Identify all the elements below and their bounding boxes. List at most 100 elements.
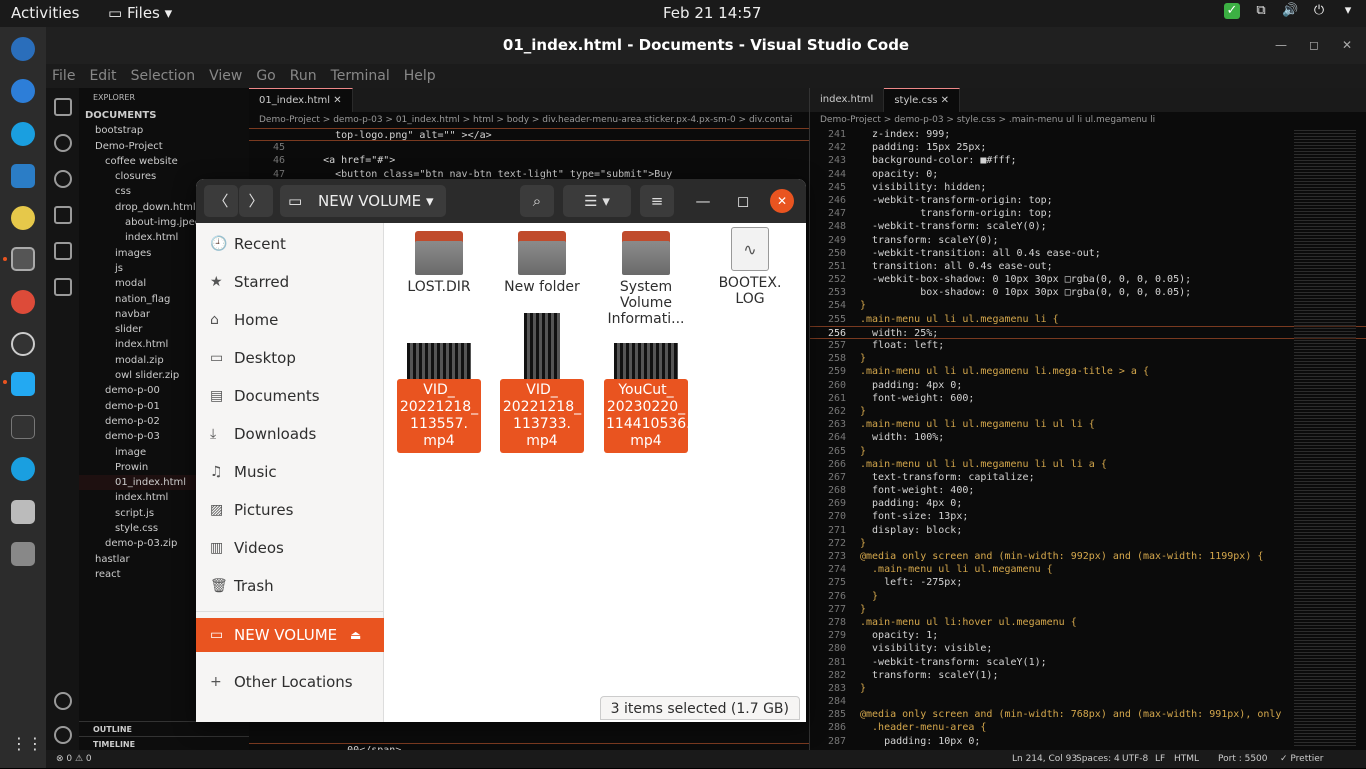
documents-icon: ▤	[210, 388, 224, 404]
code-area[interactable]: top-logo.png" alt="" ></a> 45 46 <a href="…	[249, 128, 809, 181]
sidebar-item-recent[interactable]: 🕘 Recent	[196, 227, 384, 261]
code-line: 256 width: 25%;	[810, 325, 1366, 339]
search-button[interactable]: ⌕	[520, 185, 554, 217]
skype-icon[interactable]	[11, 122, 35, 146]
line-number: 252	[827, 274, 846, 286]
sidebar-item-music[interactable]: ♫ Music	[196, 455, 384, 489]
menu-selection[interactable]: Selection	[131, 64, 196, 88]
close-button[interactable]: ✕	[770, 189, 794, 213]
sidebar-item-starred[interactable]: ★ Starred	[196, 265, 384, 299]
code-area[interactable]: 241 z-index: 999; 242 padding: 15px 25px;…	[810, 128, 1366, 748]
tab-01-index[interactable]: 01_index.html ✕	[249, 88, 353, 112]
menu-edit[interactable]: Edit	[89, 64, 116, 88]
show-apps-icon[interactable]: ⋮⋮	[11, 734, 43, 758]
files-app-menu[interactable]: ▭ Files ▾	[108, 4, 172, 22]
problems-status[interactable]: ⊗ 0 ⚠ 0	[56, 750, 92, 768]
clock[interactable]: Feb 21 14:57	[663, 4, 761, 22]
code-text: padding: 10px 0;	[860, 735, 981, 747]
folder-item[interactable]: LOST.DIR	[394, 225, 484, 295]
prettier-status[interactable]: ✓ Prettier	[1280, 750, 1324, 768]
minimize-button[interactable]: —	[688, 185, 718, 217]
folder-item[interactable]: New folder	[497, 225, 587, 295]
update-check-icon[interactable]: ✓	[1224, 3, 1240, 19]
sidebar-item-downloads[interactable]: ⤓ Downloads	[196, 417, 384, 451]
line-number: 263	[827, 419, 846, 431]
gear-icon[interactable]	[54, 726, 72, 744]
minimize-button[interactable]: —	[1275, 27, 1287, 64]
menu-terminal[interactable]: Terminal	[331, 64, 390, 88]
sidebar-item-videos[interactable]: ▥ Videos	[196, 531, 384, 565]
chrome-icon[interactable]	[11, 290, 35, 314]
menu-file[interactable]: File	[52, 64, 75, 88]
log-file-icon: ∿	[731, 227, 769, 271]
close-button[interactable]: ✕	[1342, 27, 1352, 64]
menu-button[interactable]: ≡	[640, 185, 674, 217]
location-button[interactable]: ▭ NEW VOLUME ▾	[280, 185, 446, 217]
menu-help[interactable]: Help	[404, 64, 436, 88]
sidebar-item-desktop[interactable]: ▭ Desktop	[196, 341, 384, 375]
menu-view[interactable]: View	[209, 64, 242, 88]
view-toggle-button[interactable]: ☰ ▾	[563, 185, 631, 217]
source-control-icon[interactable]	[54, 170, 72, 188]
video-item[interactable]: VID_ 20221218_ 113733. mp4	[497, 313, 587, 453]
folder-item[interactable]: System Volume Informati...	[601, 225, 691, 327]
tab-style-css[interactable]: style.css ✕	[884, 88, 960, 112]
terminal-icon[interactable]	[11, 415, 35, 439]
rhythmbox-icon[interactable]	[11, 206, 35, 230]
encoding[interactable]: UTF-8	[1122, 750, 1148, 768]
eject-icon[interactable]: ⏏	[350, 618, 361, 652]
sidebar-item-new-volume[interactable]: ▭ NEW VOLUME ⏏	[196, 618, 384, 652]
tree-item[interactable]: DOCUMENTS	[79, 108, 249, 123]
sidebar-item-trash[interactable]: 🗑 Trash	[196, 569, 384, 603]
sidebar-item-home[interactable]: ⌂ Home	[196, 303, 384, 337]
back-button[interactable]: 〈	[204, 185, 238, 217]
usb-icon[interactable]	[11, 542, 35, 566]
timeline-section[interactable]: TIMELINE	[79, 736, 249, 751]
explorer-icon[interactable]	[54, 98, 72, 116]
sidebar-item-pictures[interactable]: ▨ Pictures	[196, 493, 384, 527]
writer-icon[interactable]	[11, 164, 35, 188]
menu-run[interactable]: Run	[290, 64, 317, 88]
breadcrumb[interactable]: Demo-Project > demo-p-03 > 01_index.html…	[249, 112, 809, 128]
indentation[interactable]: Spaces: 4	[1076, 750, 1120, 768]
extensions-icon[interactable]	[54, 242, 72, 260]
activities-button[interactable]: Activities	[11, 4, 79, 22]
video-item[interactable]: YouCut_ 20230220_ 114410536. mp4	[601, 343, 691, 453]
code-line: 46 <a href="#">	[249, 154, 809, 167]
remote-icon[interactable]	[54, 278, 72, 296]
language-mode[interactable]: HTML	[1174, 750, 1199, 768]
live-server-port[interactable]: Port : 5500	[1218, 750, 1268, 768]
line-number: 256	[827, 327, 846, 339]
forward-button[interactable]: 〉	[239, 185, 273, 217]
files-icon[interactable]	[11, 247, 35, 271]
minimap[interactable]	[1294, 128, 1356, 748]
tab-index-html[interactable]: index.html	[810, 88, 885, 112]
menu-go[interactable]: Go	[256, 64, 275, 88]
file-item[interactable]: ∿ BOOTEX. LOG	[705, 225, 795, 307]
video-item[interactable]: VID_ 20221218_ 113557. mp4	[394, 343, 484, 453]
skype-icon-2[interactable]	[11, 457, 35, 481]
tree-item[interactable]: coffee website	[79, 154, 249, 169]
eol[interactable]: LF	[1155, 750, 1165, 768]
window-title: 01_index.html - Documents - Visual Studi…	[46, 27, 1366, 64]
sidebar-item-other-locations[interactable]: + Other Locations	[196, 665, 384, 699]
account-icon[interactable]	[54, 692, 72, 710]
sidebar-sections: OUTLINE TIMELINE	[79, 721, 249, 751]
vpn-icon[interactable]	[11, 332, 35, 356]
outline-section[interactable]: OUTLINE	[79, 721, 249, 736]
code-text: }	[860, 537, 867, 549]
tree-item[interactable]: bootstrap	[79, 123, 249, 138]
search-icon[interactable]	[54, 134, 72, 152]
thunderbird-icon[interactable]	[11, 37, 35, 61]
tree-item[interactable]: Demo-Project	[79, 139, 249, 154]
maximize-button[interactable]: ◻	[728, 185, 758, 217]
help-icon[interactable]	[11, 79, 35, 103]
cursor-position[interactable]: Ln 214, Col 93	[1012, 750, 1077, 768]
vscode-icon[interactable]	[11, 372, 35, 396]
system-tray[interactable]: ✓ ⧉ 🔊 ⏻ ▾	[1224, 3, 1356, 19]
run-debug-icon[interactable]	[54, 206, 72, 224]
sidebar-item-documents[interactable]: ▤ Documents	[196, 379, 384, 413]
drive-icon[interactable]	[11, 500, 35, 524]
maximize-button[interactable]: ◻	[1309, 27, 1319, 64]
breadcrumb[interactable]: Demo-Project > demo-p-03 > style.css > .…	[810, 112, 1366, 128]
